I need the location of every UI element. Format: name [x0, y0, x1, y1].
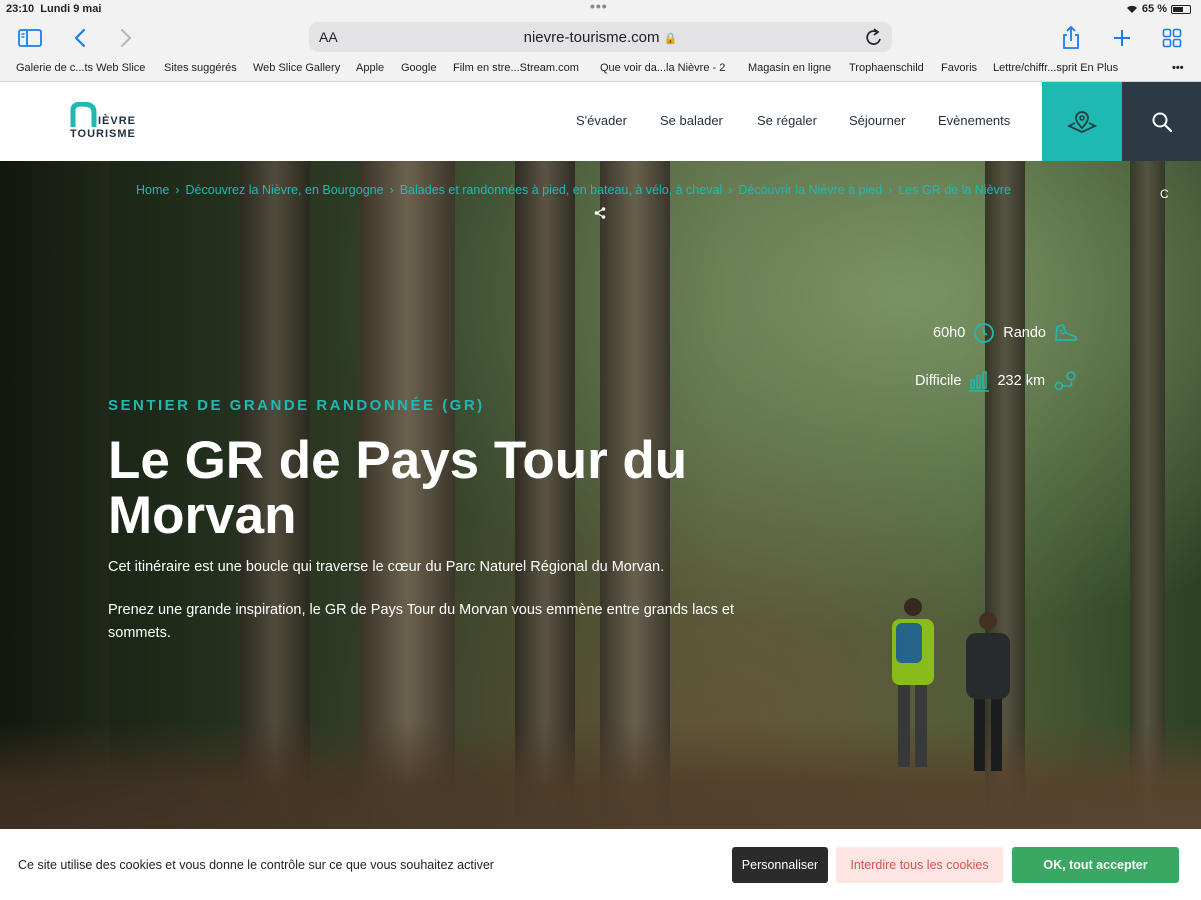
bookmark-item[interactable]: Web Slice Gallery	[253, 62, 340, 74]
breadcrumb-item[interactable]: Découvrir la Nièvre à pied	[738, 183, 882, 197]
nav-item-sejourner[interactable]: Séjourner	[849, 113, 905, 128]
site-header: IÈVRE TOURISME S'évader Se balader Se ré…	[0, 82, 1201, 161]
logo-ievre: IÈVRE	[98, 115, 137, 127]
battery-fill	[1173, 6, 1183, 12]
intro-paragraph-2: Prenez une grande inspiration, le GR de …	[108, 602, 734, 641]
bookmark-item[interactable]: Galerie de c...ts Web Slice	[16, 62, 145, 74]
tabs-overview-icon[interactable]	[1158, 24, 1186, 52]
search-icon	[1152, 112, 1172, 132]
wifi-icon	[1126, 5, 1137, 13]
hero-corner-label[interactable]: C	[1160, 187, 1169, 201]
nav-item-evenements[interactable]: Evènements	[938, 113, 1010, 128]
trail-duration-activity: 60h0 Rando	[933, 322, 1078, 344]
new-tab-icon[interactable]	[1108, 24, 1136, 52]
bookmark-item[interactable]: Magasin en ligne	[748, 62, 831, 74]
breadcrumb-chevron-icon: ›	[888, 183, 893, 197]
bookmark-item[interactable]: Que voir da...la Nièvre - 2	[600, 62, 725, 74]
breadcrumb-item[interactable]: Balades et randonnées à pied, en bateau,…	[400, 183, 722, 197]
nav-item-se-regaler[interactable]: Se régaler	[757, 113, 817, 128]
map-pin-button[interactable]	[1042, 82, 1122, 161]
trail-activity: Rando	[1003, 325, 1046, 341]
breadcrumb: Home › Découvrez la Nièvre, en Bourgogne › B…	[136, 183, 1011, 197]
nav-item-se-balader[interactable]: Se balader	[660, 113, 723, 128]
browser-toolbar: AA nievre-tourisme.com 🔒	[0, 18, 1201, 58]
multitask-dots-icon[interactable]: •••	[590, 0, 608, 14]
bookmark-item[interactable]: Trophaenschild	[849, 62, 924, 74]
status-bar: 23:10 Lundi 9 mai ••• 65 %	[0, 0, 1201, 18]
breadcrumb-current: Les GR de la Nièvre	[898, 183, 1011, 197]
bookmark-item[interactable]: Apple	[356, 62, 384, 74]
url-text[interactable]: nievre-tourisme.com 🔒	[309, 29, 892, 46]
clock-icon	[974, 323, 995, 343]
sidebar-icon[interactable]	[16, 24, 44, 52]
route-distance-icon	[1054, 371, 1076, 391]
back-icon[interactable]	[66, 24, 94, 52]
breadcrumb-chevron-icon: ›	[389, 183, 394, 197]
hero-section: Home › Découvrez la Nièvre, en Bourgogne › B…	[0, 161, 1201, 829]
breadcrumb-home[interactable]: Home	[136, 183, 169, 197]
cookie-message: Ce site utilise des cookies et vous donn…	[18, 858, 494, 872]
trail-difficulty-distance: Difficile 232 km	[915, 370, 1077, 392]
accept-cookies-button[interactable]: OK, tout accepter	[1012, 847, 1179, 883]
share-icon[interactable]	[1057, 24, 1085, 52]
trail-category: SENTIER DE GRANDE RANDONNÉE (GR)	[108, 397, 485, 414]
battery-icon	[1171, 4, 1191, 14]
deny-cookies-button[interactable]: Interdire tous les cookies	[836, 847, 1003, 883]
lock-icon: 🔒	[663, 33, 678, 45]
bookmark-item[interactable]: Sites suggérés	[164, 62, 237, 74]
reload-icon[interactable]	[864, 26, 884, 53]
map-pin-icon	[1067, 110, 1097, 133]
forward-icon[interactable]	[112, 24, 140, 52]
difficulty-bars-icon	[969, 371, 990, 392]
status-right: 65 %	[1126, 3, 1191, 15]
cookie-banner: Ce site utilise des cookies et vous donn…	[0, 829, 1201, 900]
bookmark-item[interactable]: Lettre/chiffr...sprit En Plus	[993, 62, 1118, 74]
trail-duration: 60h0	[933, 325, 966, 341]
share-icon[interactable]	[594, 206, 606, 224]
search-button[interactable]	[1122, 82, 1201, 161]
bookmark-item[interactable]: Favoris	[941, 62, 977, 74]
trail-distance: 232 km	[997, 373, 1046, 389]
battery-percent: 65 %	[1141, 3, 1167, 15]
site-logo[interactable]: IÈVRE TOURISME	[70, 102, 150, 142]
status-time: 23:10 Lundi 9 mai	[6, 3, 102, 15]
page-title: Le GR de Pays Tour du Morvan	[108, 431, 688, 545]
personalize-cookies-button[interactable]: Personnaliser	[732, 847, 828, 883]
more-bookmarks-icon[interactable]: •••	[1172, 62, 1184, 74]
bookmark-item[interactable]: Film en stre...Stream.com	[453, 62, 579, 74]
intro-paragraph: Cet itinéraire est une boucle qui traver…	[108, 559, 665, 575]
nav-item-s-evader[interactable]: S'évader	[576, 113, 627, 128]
bookmark-item[interactable]: Google	[401, 62, 436, 74]
breadcrumb-chevron-icon: ›	[175, 183, 180, 197]
logo-n-icon	[70, 102, 97, 127]
logo-tourisme: TOURISME	[70, 128, 136, 140]
address-bar[interactable]: AA nievre-tourisme.com 🔒	[309, 22, 892, 52]
breadcrumb-chevron-icon: ›	[728, 183, 733, 197]
hiking-shoe-icon	[1055, 323, 1078, 341]
breadcrumb-item[interactable]: Découvrez la Nièvre, en Bourgogne	[186, 183, 384, 197]
trail-difficulty: Difficile	[915, 373, 962, 389]
bookmarks-bar: Galerie de c...ts Web Slice Sites suggér…	[0, 58, 1201, 82]
